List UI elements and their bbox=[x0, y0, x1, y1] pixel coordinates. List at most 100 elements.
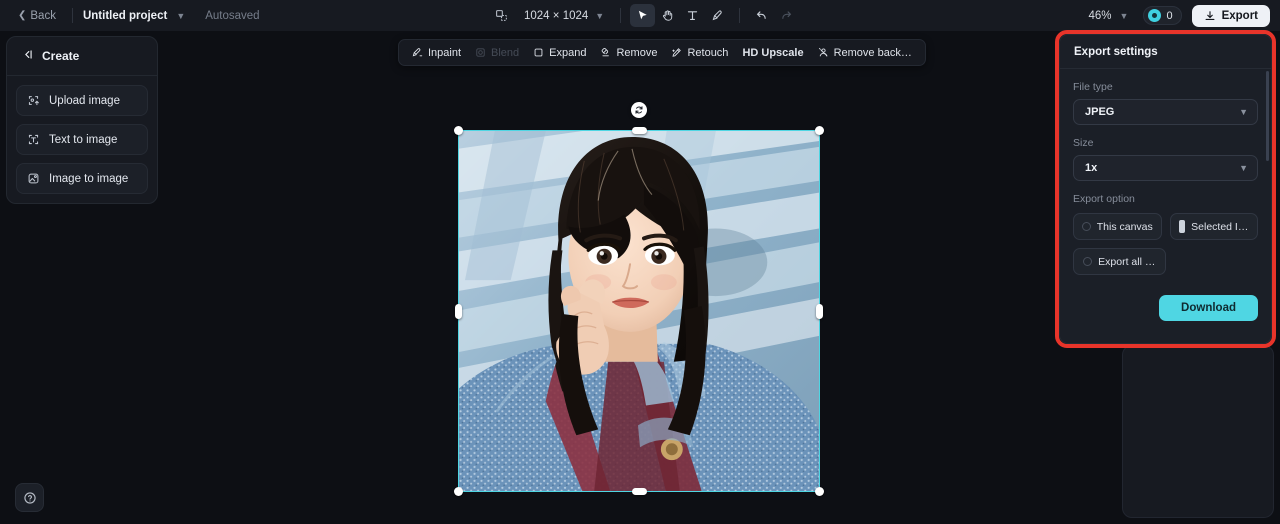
remove-background-button[interactable]: Remove back… bbox=[811, 43, 919, 63]
export-option-label-selected-image: Selected I… bbox=[1191, 220, 1249, 233]
undo-button[interactable] bbox=[749, 4, 774, 27]
canvas-size-value: 1024 × 1024 bbox=[524, 9, 589, 22]
right-side-panel bbox=[1122, 345, 1274, 518]
top-bar-right: 46% ▼ 0 Export bbox=[1084, 0, 1270, 31]
divider bbox=[739, 8, 741, 23]
inpaint-label: Inpaint bbox=[428, 46, 462, 59]
download-icon bbox=[1205, 10, 1215, 20]
sidebar-item-upload-image[interactable]: Upload image bbox=[16, 85, 148, 116]
file-type-select[interactable]: JPEG ▼ bbox=[1073, 99, 1258, 125]
image-action-toolbar: Inpaint Blend Expand Remove Retouch HD U… bbox=[398, 39, 926, 66]
canvas-size-selector[interactable]: 1024 × 1024 ▼ bbox=[517, 7, 611, 25]
remove-icon bbox=[600, 47, 611, 58]
chevron-down-icon: ▼ bbox=[1119, 10, 1129, 21]
resize-handle-bottom-left[interactable] bbox=[454, 487, 463, 496]
portrait-photo bbox=[459, 131, 819, 491]
remove-label: Remove bbox=[616, 46, 658, 59]
blend-label: Blend bbox=[491, 46, 520, 59]
resize-handle-bottom-right[interactable] bbox=[815, 487, 824, 496]
top-bar-tools: 1024 × 1024 ▼ bbox=[489, 0, 799, 31]
radio-icon bbox=[1083, 257, 1093, 266]
rotate-icon bbox=[635, 106, 643, 114]
file-type-label: File type bbox=[1073, 81, 1113, 93]
app-root: ❮ Back Untitled project ▼ Autosaved 1024… bbox=[0, 0, 1280, 524]
export-settings-title: Export settings bbox=[1060, 35, 1271, 69]
collapse-panel-icon bbox=[21, 48, 34, 64]
brush-tool[interactable] bbox=[705, 4, 730, 27]
upload-image-icon bbox=[27, 94, 40, 107]
export-option-export-all[interactable]: Export all … bbox=[1073, 248, 1166, 275]
canvas-image[interactable] bbox=[459, 131, 819, 491]
export-button[interactable]: Export bbox=[1191, 4, 1270, 27]
export-option-row-1: This canvas Selected I… bbox=[1073, 213, 1258, 240]
inpaint-icon bbox=[412, 47, 423, 58]
resize-handle-top-left[interactable] bbox=[454, 126, 463, 135]
blend-button: Blend bbox=[468, 43, 526, 63]
chevron-down-icon[interactable]: ▼ bbox=[176, 11, 185, 21]
chevron-down-icon: ▼ bbox=[1239, 107, 1248, 117]
credits-badge[interactable]: 0 bbox=[1143, 6, 1182, 25]
sidebar-item-text-to-image[interactable]: Text to image bbox=[16, 124, 148, 155]
download-button[interactable]: Download bbox=[1159, 295, 1258, 321]
text-to-image-icon bbox=[27, 133, 40, 146]
retouch-label: Retouch bbox=[687, 46, 729, 59]
expand-icon bbox=[533, 47, 544, 58]
export-settings-body: File type JPEG ▼ Size 1x ▼ Export option… bbox=[1060, 69, 1271, 275]
zoom-level: 46% bbox=[1088, 9, 1112, 22]
credits-count: 0 bbox=[1166, 9, 1173, 22]
resize-handle-bottom-center[interactable] bbox=[632, 488, 647, 495]
zoom-selector[interactable]: 46% ▼ bbox=[1084, 7, 1134, 25]
hd-upscale-button[interactable]: HD Upscale bbox=[735, 43, 810, 63]
top-bar-left: ❮ Back Untitled project ▼ Autosaved bbox=[0, 6, 260, 26]
resize-handle-top-right[interactable] bbox=[815, 126, 824, 135]
export-option-label-export-all: Export all … bbox=[1098, 255, 1156, 268]
question-mark-icon bbox=[23, 491, 36, 504]
size-label: Size bbox=[1073, 137, 1094, 149]
coin-icon bbox=[1148, 9, 1162, 22]
hand-tool[interactable] bbox=[655, 4, 680, 27]
export-option-label: Export option bbox=[1073, 193, 1135, 205]
create-sidebar: Create Upload image Text to image Image … bbox=[6, 36, 158, 204]
help-button[interactable] bbox=[15, 483, 44, 512]
canvas-frame-icon[interactable] bbox=[489, 5, 513, 27]
image-bar-icon bbox=[1179, 220, 1186, 233]
retouch-button[interactable]: Retouch bbox=[664, 43, 735, 63]
sidebar-item-label: Upload image bbox=[49, 94, 120, 107]
sidebar-collapse-header[interactable]: Create bbox=[7, 37, 157, 76]
file-type-value: JPEG bbox=[1085, 106, 1115, 118]
remove-button[interactable]: Remove bbox=[593, 43, 664, 63]
project-name[interactable]: Untitled project bbox=[83, 10, 167, 22]
rotate-handle[interactable] bbox=[631, 102, 647, 118]
autosaved-status: Autosaved bbox=[205, 9, 260, 22]
chevron-down-icon: ▼ bbox=[1239, 163, 1248, 173]
radio-icon bbox=[1081, 222, 1091, 231]
export-option-row-2: Export all … bbox=[1073, 248, 1258, 275]
hd-upscale-label: HD Upscale bbox=[742, 46, 804, 59]
text-tool[interactable] bbox=[680, 4, 705, 27]
redo-button[interactable] bbox=[774, 4, 799, 27]
image-to-image-icon bbox=[27, 172, 40, 185]
top-bar: ❮ Back Untitled project ▼ Autosaved 1024… bbox=[0, 0, 1280, 31]
sidebar-item-image-to-image[interactable]: Image to image bbox=[16, 163, 148, 194]
resize-handle-middle-right[interactable] bbox=[816, 304, 823, 319]
remove-background-icon bbox=[818, 47, 829, 58]
size-select[interactable]: 1x ▼ bbox=[1073, 155, 1258, 181]
export-option-label-this-canvas: This canvas bbox=[1096, 220, 1153, 233]
divider bbox=[71, 8, 73, 23]
export-option-this-canvas[interactable]: This canvas bbox=[1073, 213, 1162, 240]
back-label: Back bbox=[30, 9, 56, 22]
back-button[interactable]: ❮ Back bbox=[12, 6, 62, 26]
blend-icon bbox=[475, 47, 486, 58]
divider bbox=[620, 8, 622, 23]
selected-image-frame[interactable] bbox=[454, 126, 824, 496]
expand-button[interactable]: Expand bbox=[526, 43, 593, 63]
export-button-label: Export bbox=[1221, 9, 1258, 22]
resize-handle-top-center[interactable] bbox=[632, 127, 647, 134]
size-value: 1x bbox=[1085, 162, 1098, 174]
resize-handle-middle-left[interactable] bbox=[455, 304, 462, 319]
export-settings-footer: Download bbox=[1060, 283, 1271, 321]
select-tool[interactable] bbox=[630, 4, 656, 27]
inpaint-button[interactable]: Inpaint bbox=[405, 43, 468, 63]
export-option-selected-image[interactable]: Selected I… bbox=[1169, 213, 1258, 240]
panel-scrollbar[interactable] bbox=[1266, 71, 1269, 161]
